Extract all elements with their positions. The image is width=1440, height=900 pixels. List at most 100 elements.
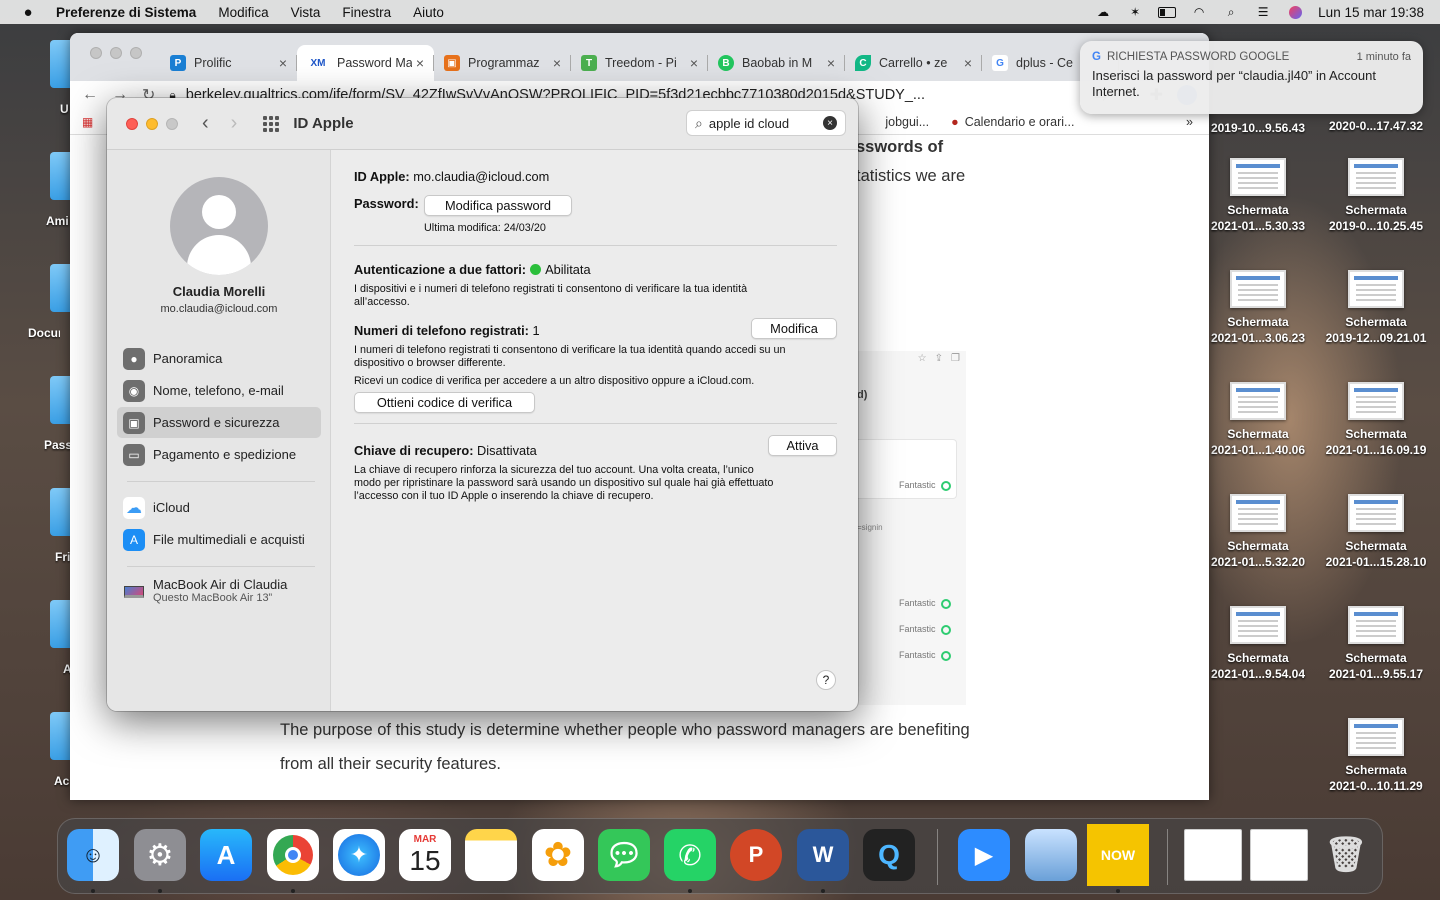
sidebar-item-password-sicurezza[interactable]: ▣ Password e sicurezza (117, 407, 321, 438)
apple-menu-icon[interactable]: ● (0, 4, 56, 21)
spotlight-search-icon[interactable]: ⌕ (1222, 5, 1240, 19)
close-tab-icon[interactable]: × (690, 55, 698, 71)
close-window-button[interactable] (90, 47, 102, 59)
desktop-screenshot-file[interactable]: Schermata 2021-01...16.09.19 (1320, 382, 1432, 458)
tab-carrello[interactable]: C Carrello • ze × (845, 45, 982, 81)
safari-icon[interactable]: ✦ (333, 829, 385, 881)
user-avatar[interactable] (170, 177, 268, 275)
desktop-screenshot-file[interactable]: Schermata 2021-0...10.11.29 (1320, 718, 1432, 794)
desktop-folder-icon[interactable] (50, 152, 70, 200)
desktop-folder-icon[interactable] (50, 488, 70, 536)
desktop-folder-icon[interactable] (50, 264, 70, 312)
desktop-screenshot-file[interactable]: 2020-0...17.47.32 (1320, 118, 1432, 134)
app-store-icon[interactable]: A (200, 829, 252, 881)
sidebar-item-panoramica[interactable]: ● Panoramica (117, 343, 321, 374)
menu-modifica[interactable]: Modifica (218, 5, 268, 20)
tab-programmazione[interactable]: ▣ Programmaz × (434, 45, 571, 81)
desktop-screenshot-file[interactable]: Schermata 2021-01...3.06.23 (1202, 270, 1314, 346)
menu-app-name[interactable]: Preferenze di Sistema (56, 5, 196, 20)
chrome-icon[interactable] (267, 829, 319, 881)
menu-aiuto[interactable]: Aiuto (413, 5, 444, 20)
bookmark-calendario[interactable]: Calendario e orari... (965, 115, 1075, 129)
close-window-button[interactable] (126, 117, 138, 130)
desktop-folder-icon[interactable] (50, 40, 70, 88)
close-tab-icon[interactable]: × (827, 55, 835, 71)
desktop-screenshot-file[interactable]: Schermata 2021-01...15.28.10 (1320, 494, 1432, 570)
apps-grid-icon[interactable]: ▦ (82, 115, 93, 129)
calendar-icon[interactable]: MAR 15 (399, 829, 451, 881)
whatsapp-icon[interactable]: ✆ (664, 829, 716, 881)
minimize-window-button[interactable] (110, 47, 122, 59)
word-icon[interactable]: W (797, 829, 849, 881)
sidebar-item-icloud[interactable]: ☁ iCloud (117, 492, 321, 523)
close-tab-icon[interactable]: × (416, 55, 424, 71)
finder-icon[interactable]: ☺ (67, 829, 119, 881)
nowtv-icon[interactable]: NOW (1087, 824, 1149, 886)
desktop-screenshot-file[interactable]: Schermata 2021-01...9.55.17 (1320, 606, 1432, 682)
menu-clock[interactable]: Lun 15 mar 19:38 (1318, 5, 1424, 20)
close-tab-icon[interactable]: × (279, 55, 287, 71)
more-bookmarks-chevron-icon[interactable]: » (1186, 115, 1193, 129)
siri-icon[interactable] (1286, 5, 1304, 19)
menu-vista[interactable]: Vista (291, 5, 321, 20)
creative-cloud-icon[interactable]: ☁ (1094, 5, 1112, 19)
wifi-icon[interactable]: ◠ (1190, 5, 1208, 19)
back-chevron-icon[interactable]: ‹ (202, 112, 209, 135)
close-tab-icon[interactable]: × (964, 55, 972, 71)
minimized-window-thumbnail[interactable] (1184, 829, 1242, 881)
menu-finestra[interactable]: Finestra (342, 5, 391, 20)
two-factor-status: Abilitata (545, 262, 591, 277)
minimized-word-document-thumbnail[interactable] (1250, 829, 1308, 881)
show-all-grid-icon[interactable] (263, 115, 280, 132)
photos-icon[interactable]: ✿ (532, 829, 584, 881)
modify-phones-button[interactable]: Modifica (751, 318, 837, 339)
prolific-favicon-icon: P (170, 55, 186, 71)
tab-prolific[interactable]: P Prolific × (160, 45, 297, 81)
get-verification-code-button[interactable]: Ottieni codice di verifica (354, 392, 535, 413)
zoom-window-button[interactable] (130, 47, 142, 59)
sidebar-item-file-multimediali[interactable]: A File multimediali e acquisti (117, 524, 321, 555)
forward-chevron-icon[interactable]: › (231, 112, 238, 135)
search-field[interactable]: ⌕ apple id cloud × (686, 110, 846, 136)
desktop-screenshot-file[interactable]: Schermata 2019-0...10.25.45 (1320, 158, 1432, 234)
bluetooth-off-icon[interactable]: ✶ (1126, 5, 1144, 19)
desktop-screenshot-file[interactable]: Schermata 2019-12...09.21.01 (1320, 270, 1432, 346)
desktop-screenshot-file[interactable]: 2019-10...9.56.43 (1202, 120, 1314, 136)
desktop-folder-icon[interactable] (50, 600, 70, 648)
clear-search-icon[interactable]: × (823, 116, 837, 130)
tab-password-managers[interactable]: XM Password Ma × (297, 45, 434, 81)
system-preferences-icon[interactable]: ⚙ (134, 829, 186, 881)
notes-icon[interactable] (465, 829, 517, 881)
desktop-folder-icon[interactable] (50, 376, 70, 424)
bookmark-jobguide[interactable]: jobgui... (885, 115, 929, 129)
close-tab-icon[interactable]: × (553, 55, 561, 71)
control-center-icon[interactable]: ☰ (1254, 5, 1272, 19)
google-password-notification[interactable]: G RICHIESTA PASSWORD GOOGLE 1 minuto fa In… (1080, 41, 1423, 114)
sidebar-item-nome-telefono[interactable]: ◉ Nome, telefono, e-mail (117, 375, 321, 406)
search-input[interactable]: apple id cloud (709, 116, 789, 131)
tab-treedom[interactable]: T Treedom - Pi × (571, 45, 708, 81)
change-password-button[interactable]: Modifica password (424, 195, 572, 216)
file-name-line2: 2019-12...09.21.01 (1325, 331, 1427, 345)
tab-baobab[interactable]: B Baobab in M × (708, 45, 845, 81)
preview-icon[interactable] (1025, 829, 1077, 881)
battery-icon[interactable] (1158, 5, 1177, 19)
trash-icon[interactable]: 🗑︎ (1320, 829, 1372, 881)
sidebar-item-label: Password e sicurezza (153, 415, 280, 430)
zoom-icon[interactable]: ▶ (958, 829, 1010, 881)
help-button[interactable]: ? (816, 670, 836, 690)
activate-recovery-key-button[interactable]: Attiva (768, 435, 837, 456)
desktop-folder-icon[interactable] (50, 712, 70, 760)
desktop-screenshot-file[interactable]: Schermata 2021-01...5.30.33 (1202, 158, 1314, 234)
desktop-screenshot-file[interactable]: Schermata 2021-01...5.32.20 (1202, 494, 1314, 570)
sidebar-item-device[interactable]: MacBook Air di Claudia Questo MacBook Air… (117, 577, 321, 613)
sidebar-item-pagamento[interactable]: ▭ Pagamento e spedizione (117, 439, 321, 470)
quicktime-icon[interactable]: Q (863, 829, 915, 881)
desktop-screenshot-file[interactable]: Schermata 2021-01...1.40.06 (1202, 382, 1314, 458)
minimize-window-button[interactable] (146, 117, 158, 130)
powerpoint-icon[interactable]: P (730, 829, 782, 881)
messages-icon[interactable]: 💬︎ (598, 829, 650, 881)
zoom-window-button[interactable] (166, 117, 178, 130)
back-arrow-icon[interactable]: ← (82, 86, 98, 104)
desktop-screenshot-file[interactable]: Schermata 2021-01...9.54.04 (1202, 606, 1314, 682)
